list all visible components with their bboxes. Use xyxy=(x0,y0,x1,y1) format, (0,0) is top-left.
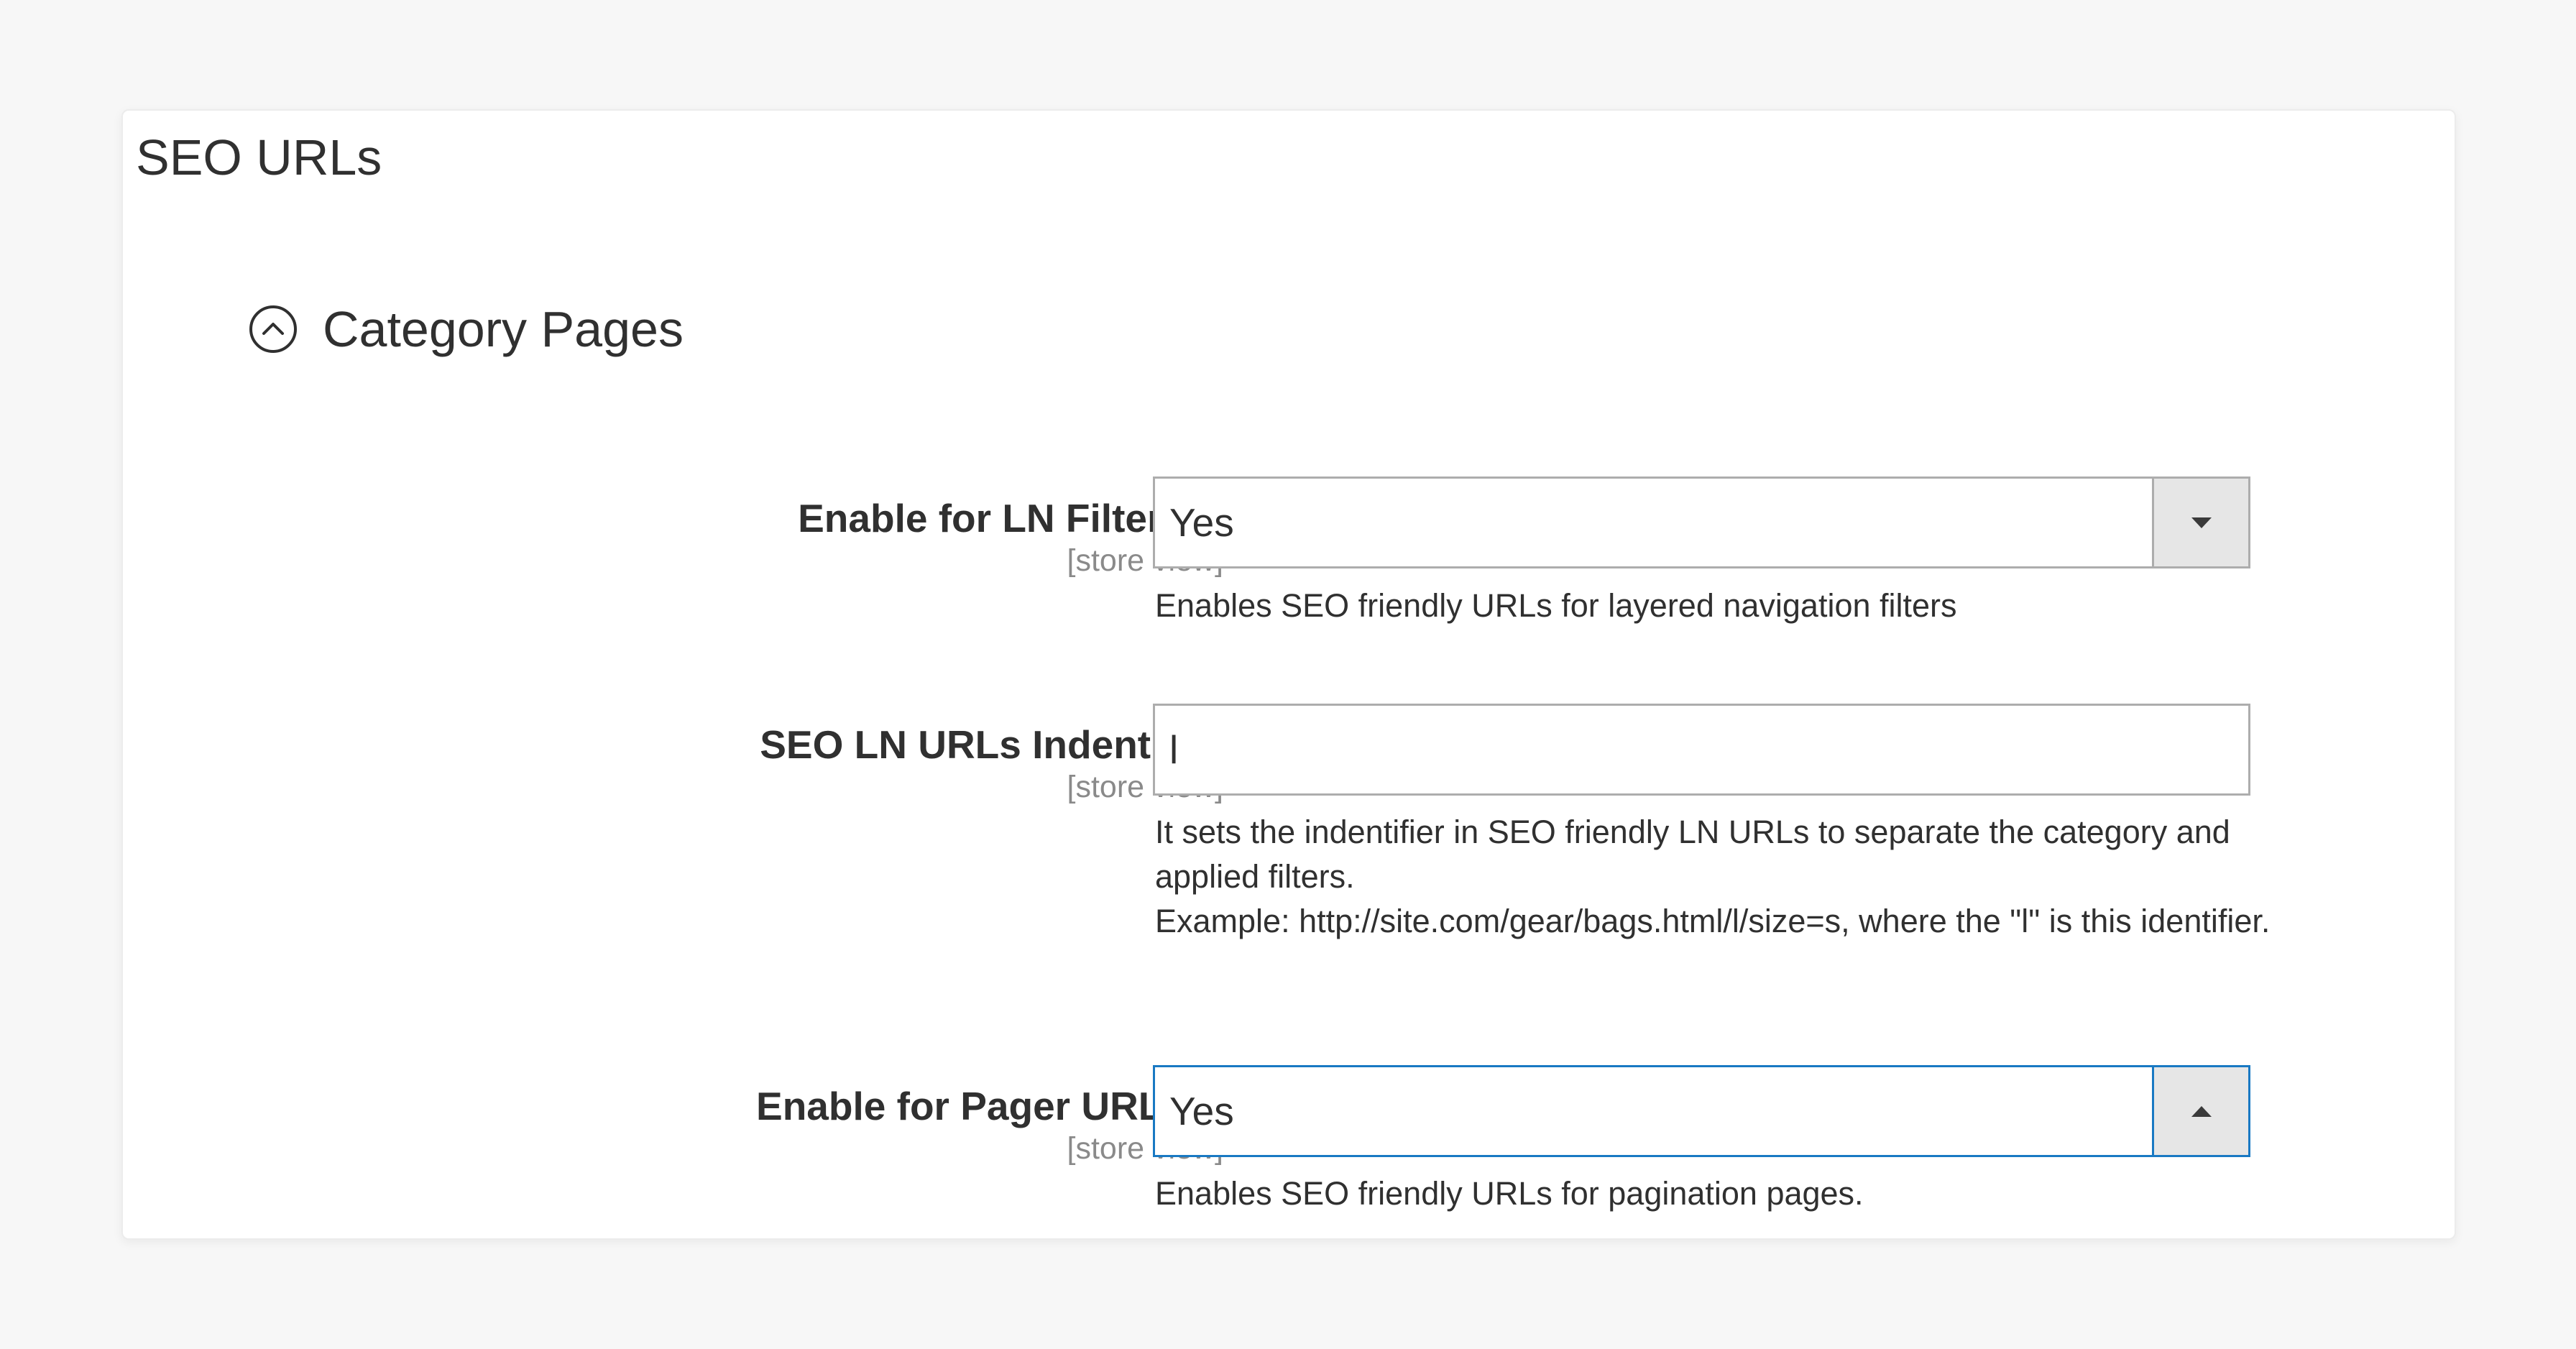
ln-filters-select-button[interactable] xyxy=(2152,479,2248,566)
section-title: SEO URLs xyxy=(136,129,382,185)
ln-filters-note: Enables SEO friendly URLs for layered na… xyxy=(1155,587,1957,624)
caret-down-icon xyxy=(2191,517,2212,528)
seo-urls-panel: SEO URLs Category Pages Enable for LN Fi… xyxy=(121,109,2456,1240)
ln-identifier-note: It sets the indentifier in SEO friendly … xyxy=(1155,810,2276,944)
hand-pointer-cursor-icon xyxy=(2290,1239,2340,1240)
chevron-up-circle-icon[interactable] xyxy=(248,304,298,354)
ln-filters-select-value[interactable]: Yes xyxy=(1155,502,2152,543)
ln-filters-select[interactable]: Yes xyxy=(1153,476,2250,568)
ln-filters-label-text: Enable for LN Filters xyxy=(798,496,1184,540)
pager-urls-select-value[interactable]: Yes xyxy=(1155,1091,2152,1131)
ln-identifier-note-line2: Example: http://site.com/gear/bags.html/… xyxy=(1155,903,2271,939)
ln-identifier-input[interactable]: l xyxy=(1153,704,2250,796)
group-title: Category Pages xyxy=(323,301,684,357)
category-pages-toggle[interactable]: Category Pages xyxy=(248,299,684,359)
pager-urls-select-button[interactable] xyxy=(2152,1067,2248,1155)
pager-urls-label-text: Enable for Pager URLs xyxy=(756,1084,1184,1128)
pager-urls-note: Enables SEO friendly URLs for pagination… xyxy=(1155,1175,1864,1212)
caret-up-icon xyxy=(2191,1105,2212,1117)
ln-identifier-input-value[interactable]: l xyxy=(1155,729,2248,770)
ln-identifier-note-line1: It sets the indentifier in SEO friendly … xyxy=(1155,814,2230,895)
pager-urls-select[interactable]: Yes xyxy=(1153,1065,2250,1157)
